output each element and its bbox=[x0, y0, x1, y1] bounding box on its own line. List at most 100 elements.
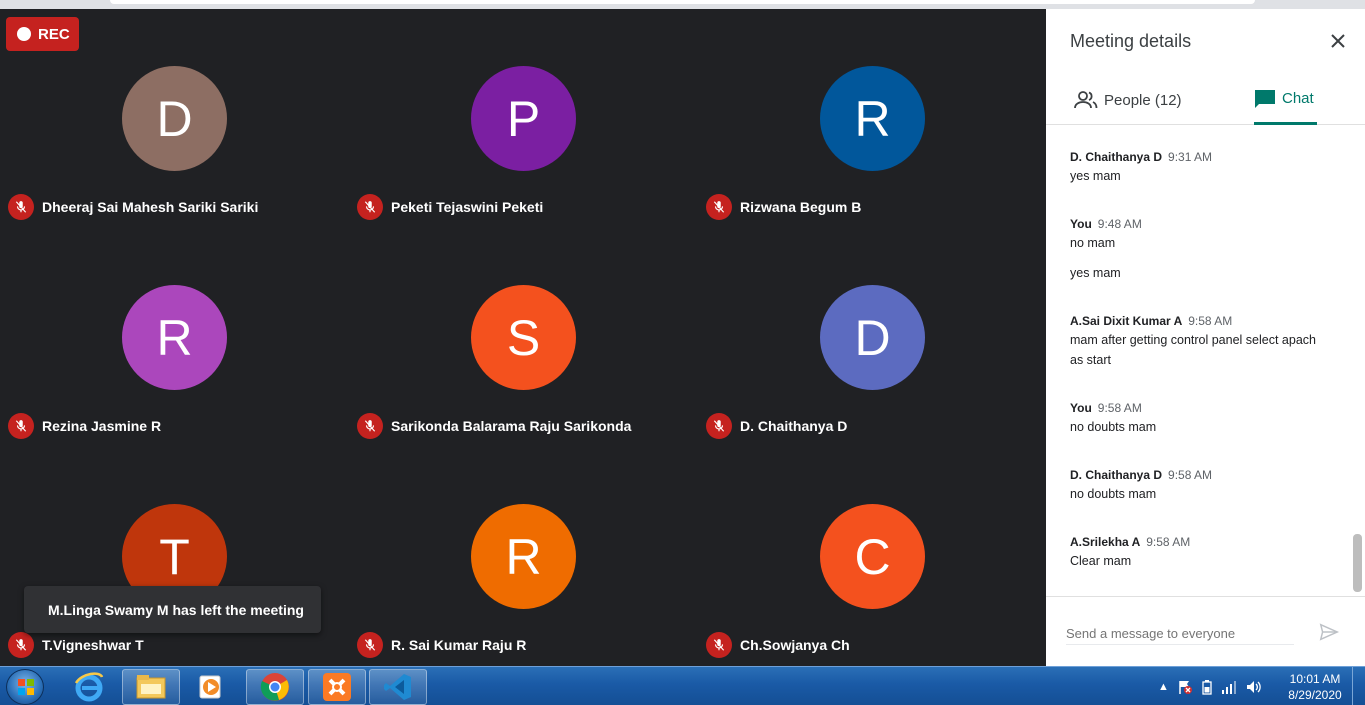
avatar: R bbox=[820, 66, 925, 171]
avatar: C bbox=[820, 504, 925, 609]
taskbar-vscode[interactable] bbox=[369, 669, 427, 705]
message-time: 9:58 AM bbox=[1146, 535, 1191, 549]
show-hidden-icons-icon[interactable]: ▲ bbox=[1158, 681, 1169, 693]
taskbar-ie[interactable] bbox=[60, 669, 118, 705]
taskbar-chrome[interactable] bbox=[246, 669, 304, 705]
participant-tile[interactable]: D D. Chaithanya D bbox=[698, 228, 1046, 447]
mic-off-icon bbox=[8, 194, 34, 220]
avatar-initial: R bbox=[156, 309, 193, 366]
avatar-initial: P bbox=[506, 90, 541, 147]
avatar-initial: T bbox=[159, 528, 190, 585]
mic-off-icon bbox=[8, 632, 34, 658]
participant-nameline: Rezina Jasmine R bbox=[8, 413, 161, 439]
avatar: R bbox=[122, 285, 227, 390]
participant-name: D. Chaithanya D bbox=[740, 418, 848, 434]
taskbar-media-player[interactable] bbox=[182, 669, 240, 705]
taskbar-clock[interactable]: 10:01 AM 8/29/2020 bbox=[1282, 671, 1348, 703]
mic-off-icon bbox=[8, 413, 34, 439]
tab-people[interactable]: People (12) bbox=[1074, 75, 1182, 125]
mic-off-icon bbox=[706, 632, 732, 658]
avatar: P bbox=[471, 66, 576, 171]
chat-message: D. Chaithanya D 9:58 AM no doubts mam bbox=[1070, 468, 1330, 504]
message-sender: You bbox=[1070, 401, 1092, 415]
avatar-initial: D bbox=[156, 90, 193, 147]
message-text: no doubts mam bbox=[1070, 420, 1157, 434]
participant-name: Dheeraj Sai Mahesh Sariki Sariki bbox=[42, 199, 259, 215]
clock-date: 8/29/2020 bbox=[1288, 688, 1342, 702]
media-player-icon bbox=[199, 675, 221, 699]
folder-icon bbox=[136, 675, 166, 699]
volume-icon[interactable] bbox=[1245, 679, 1263, 695]
people-icon bbox=[1074, 91, 1098, 109]
message-sender: A.Srilekha A bbox=[1070, 535, 1141, 549]
windows-logo-icon bbox=[18, 679, 34, 695]
participant-name: Ch.Sowjanya Ch bbox=[740, 637, 850, 653]
clock-time: 10:01 AM bbox=[1289, 672, 1341, 686]
avatar-initial: C bbox=[854, 528, 891, 585]
message-time: 9:58 AM bbox=[1097, 401, 1142, 415]
toast-text: M.Linga Swamy M has left the meeting bbox=[48, 601, 304, 618]
participant-tile[interactable]: D Dheeraj Sai Mahesh Sariki Sariki bbox=[0, 9, 348, 228]
windows-taskbar: ▲ 10:01 AM 8/29/2020 bbox=[0, 666, 1365, 705]
message-text: yes mam bbox=[1070, 169, 1121, 183]
message-sender: A.Sai Dixit Kumar A bbox=[1070, 314, 1183, 328]
participant-name: Sarikonda Balarama Raju Sarikonda bbox=[391, 418, 632, 434]
chat-message: You 9:58 AM no doubts mam bbox=[1070, 401, 1330, 437]
avatar-initial: R bbox=[505, 528, 542, 585]
participant-name: Peketi Tejaswini Peketi bbox=[391, 199, 544, 215]
taskbar-xampp[interactable] bbox=[308, 669, 366, 705]
message-time: 9:58 AM bbox=[1168, 468, 1213, 482]
chat-message: A.Srilekha A 9:58 AM Clear mam bbox=[1070, 535, 1330, 571]
participant-tile[interactable]: S Sarikonda Balarama Raju Sarikonda bbox=[349, 228, 697, 447]
tab-chat[interactable]: Chat bbox=[1254, 75, 1317, 125]
participant-left-toast: M.Linga Swamy M has left the meeting bbox=[24, 586, 321, 633]
panel-tabs: People (12) Chat bbox=[1046, 75, 1365, 125]
chat-message: D. Chaithanya D 9:31 AM yes mam bbox=[1070, 150, 1330, 186]
meeting-details-panel: Meeting details People (12) Chat D. Chai… bbox=[1046, 9, 1365, 666]
mic-off-icon bbox=[357, 632, 383, 658]
address-bar-edge bbox=[110, 0, 1255, 4]
chat-message: You 9:48 AM no mam yes mam bbox=[1070, 217, 1330, 283]
participant-grid: REC D Dheeraj Sai Mahesh Sariki Sariki P… bbox=[0, 9, 1046, 666]
battery-icon[interactable] bbox=[1201, 679, 1213, 695]
participant-tile[interactable]: P Peketi Tejaswini Peketi bbox=[349, 9, 697, 228]
chat-scrollbar[interactable] bbox=[1353, 534, 1362, 592]
start-button[interactable] bbox=[6, 669, 44, 705]
participant-tile[interactable]: R Rizwana Begum B bbox=[698, 9, 1046, 228]
mic-off-icon bbox=[357, 194, 383, 220]
message-text: no doubts mam bbox=[1070, 487, 1157, 501]
message-text: no mam bbox=[1070, 236, 1116, 250]
participant-nameline: Sarikonda Balarama Raju Sarikonda bbox=[357, 413, 631, 439]
vscode-icon bbox=[384, 674, 411, 700]
participant-tile[interactable]: R Rezina Jasmine R bbox=[0, 228, 348, 447]
participant-nameline: T.Vigneshwar T bbox=[8, 632, 144, 658]
message-text: mam after getting control panel select a… bbox=[1070, 333, 1316, 367]
message-text: Clear mam bbox=[1070, 554, 1132, 568]
mic-off-icon bbox=[706, 413, 732, 439]
participant-nameline: Dheeraj Sai Mahesh Sariki Sariki bbox=[8, 194, 258, 220]
tab-people-label: People (12) bbox=[1104, 91, 1182, 109]
send-icon[interactable] bbox=[1318, 621, 1340, 643]
internet-explorer-icon bbox=[74, 672, 104, 702]
message-text: yes mam bbox=[1070, 266, 1121, 280]
participant-nameline: Rizwana Begum B bbox=[706, 194, 861, 220]
close-icon[interactable] bbox=[1326, 29, 1350, 53]
participant-tile[interactable]: T T.Vigneshwar T bbox=[0, 447, 348, 666]
network-signal-icon[interactable] bbox=[1221, 679, 1237, 695]
participant-name: T.Vigneshwar T bbox=[42, 637, 144, 653]
avatar: D bbox=[820, 285, 925, 390]
chat-message-list[interactable]: D. Chaithanya D 9:31 AM yes mam You 9:48 A… bbox=[1046, 126, 1365, 596]
message-time: 9:48 AM bbox=[1097, 217, 1142, 231]
tab-chat-label: Chat bbox=[1282, 90, 1314, 107]
action-center-flag-icon[interactable] bbox=[1177, 679, 1193, 695]
xampp-icon bbox=[323, 673, 351, 701]
avatar: S bbox=[471, 285, 576, 390]
mic-off-icon bbox=[357, 413, 383, 439]
chat-message-input[interactable] bbox=[1066, 623, 1294, 645]
participant-name: R. Sai Kumar Raju R bbox=[391, 637, 527, 653]
show-desktop-button[interactable] bbox=[1352, 667, 1365, 705]
participant-tile[interactable]: R R. Sai Kumar Raju R bbox=[349, 447, 697, 666]
avatar-initial: D bbox=[854, 309, 891, 366]
participant-tile[interactable]: C Ch.Sowjanya Ch bbox=[698, 447, 1046, 666]
taskbar-file-explorer[interactable] bbox=[122, 669, 180, 705]
